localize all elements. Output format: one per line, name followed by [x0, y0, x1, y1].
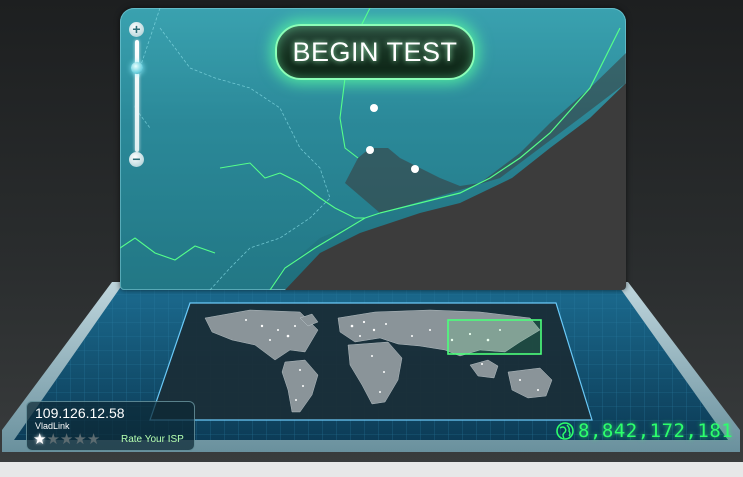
plus-icon: + — [132, 21, 141, 37]
zoom-slider[interactable]: + − — [129, 22, 145, 170]
rating-stars[interactable]: ★★★★★ — [33, 431, 100, 449]
test-count: 8,842,172,181 — [578, 420, 734, 442]
zoom-handle[interactable] — [131, 62, 143, 74]
minus-icon: − — [132, 151, 141, 167]
page-bottom-strip — [0, 462, 743, 477]
zoom-in-button[interactable]: + — [129, 22, 144, 37]
zoom-out-button[interactable]: − — [129, 152, 144, 167]
begin-test-button[interactable]: BEGIN TEST — [275, 24, 475, 80]
speedtest-stage: + − BEGIN TEST 109.126.12.58 VladLink ★★… — [0, 0, 743, 477]
zoom-track[interactable] — [135, 40, 139, 152]
star-icon[interactable]: ★ — [46, 431, 59, 448]
ip-info-box: 109.126.12.58 VladLink ★★★★★ Rate Your I… — [26, 401, 195, 451]
star-icon[interactable]: ★ — [73, 431, 86, 448]
globe-icon — [556, 422, 574, 440]
star-icon[interactable]: ★ — [87, 431, 100, 448]
server-point[interactable] — [411, 165, 419, 173]
star-icon[interactable]: ★ — [60, 431, 73, 448]
star-icon[interactable]: ★ — [33, 431, 46, 448]
server-point[interactable] — [366, 146, 374, 154]
server-point[interactable] — [370, 104, 378, 112]
rate-isp-link[interactable]: Rate Your ISP — [121, 434, 184, 445]
isp-name: VladLink — [35, 421, 70, 431]
test-counter: 8,842,172,181 — [556, 420, 733, 444]
ip-address: 109.126.12.58 — [35, 405, 125, 421]
